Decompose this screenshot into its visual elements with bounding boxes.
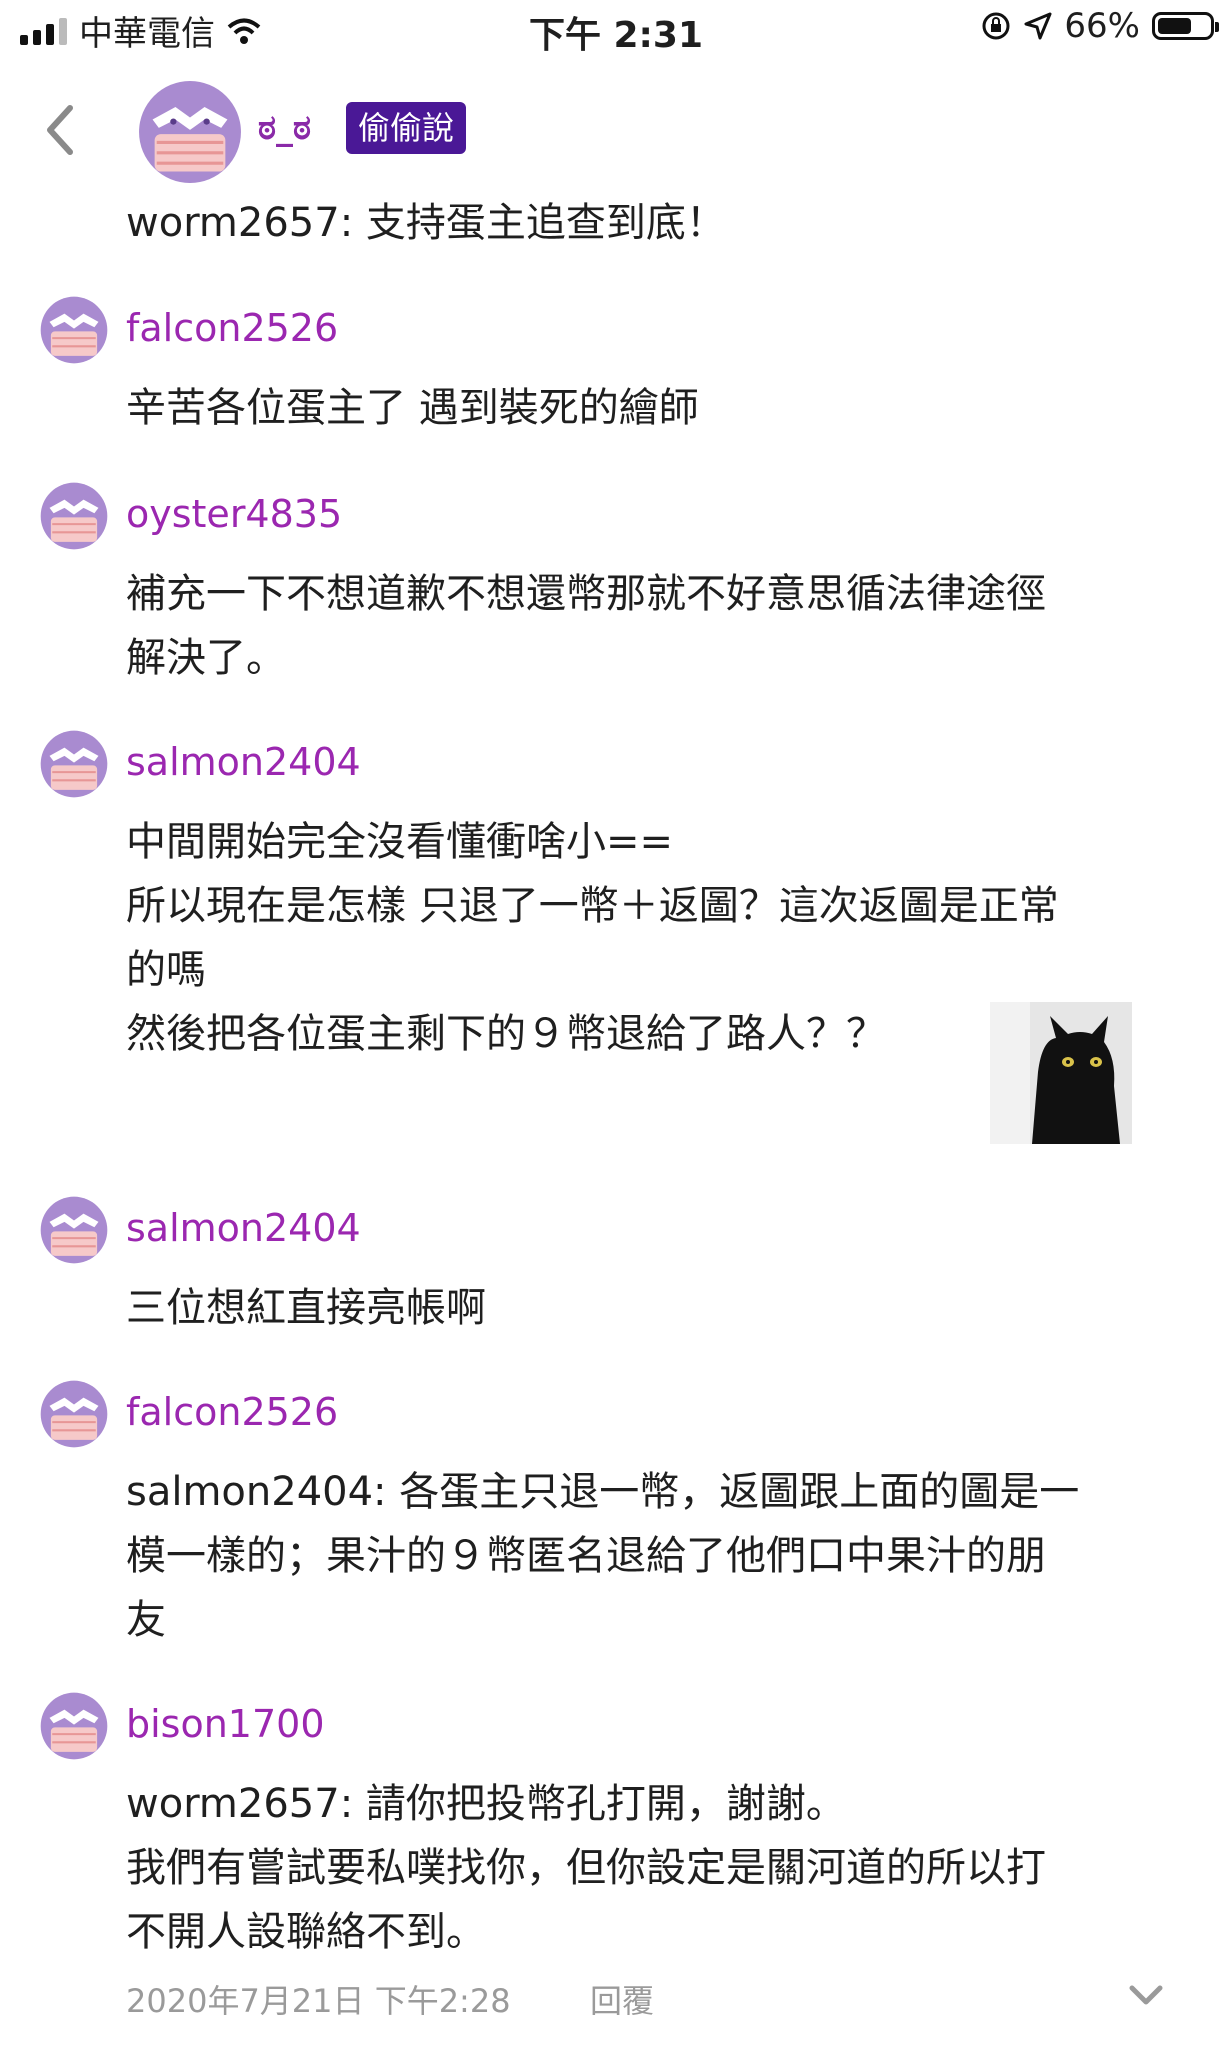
comment-username[interactable]: falcon2526 (126, 1390, 338, 1434)
comment-username[interactable]: oyster4835 (126, 492, 342, 536)
comment-username[interactable]: salmon2404 (126, 1206, 361, 1250)
comment-line: 中間開始完全沒看懂衝啥小== (126, 819, 674, 865)
comment-line: 友 (126, 1597, 166, 1643)
comment-line: 我們有嘗試要私噗找你，但你設定是關河道的所以打 (126, 1845, 1046, 1891)
comment-line: 補充一下不想道歉不想還幣那就不好意思循法律途徑 (126, 571, 1046, 617)
comment-line: 辛苦各位蛋主了 遇到裝死的繪師 (126, 385, 699, 431)
comment-username[interactable]: bison1700 (126, 1702, 325, 1746)
avatar[interactable] (40, 1380, 108, 1448)
comment-timestamp: 2020年7月21日 下午2:28 (126, 1982, 511, 2020)
back-chevron-icon[interactable] (36, 100, 86, 160)
avatar[interactable] (40, 730, 108, 798)
comment-username[interactable]: falcon2526 (126, 306, 338, 350)
comment-line: worm2657: 請你把投幣孔打開，謝謝。 (126, 1781, 846, 1827)
avatar[interactable] (40, 482, 108, 550)
comment-body: 補充一下不想道歉不想還幣那就不好意思循法律途徑 解決了。 (126, 562, 1186, 690)
avatar[interactable] (40, 1196, 108, 1264)
comment-line: salmon2404: 各蛋主只退一幣，返圖跟上面的圖是一 (126, 1469, 1080, 1515)
comment-body: 辛苦各位蛋主了 遇到裝死的繪師 (126, 376, 1186, 440)
reply-button[interactable]: 回覆 (590, 1976, 654, 2022)
comment-line: 三位想紅直接亮帳啊 (126, 1285, 486, 1331)
chevron-down-icon[interactable] (1126, 1980, 1166, 2010)
cat-sticker-image[interactable] (990, 1002, 1132, 1144)
comment-line: 不開人設聯絡不到。 (126, 1909, 486, 1955)
battery-icon (1152, 12, 1219, 40)
privacy-badge: 偷偷說 (346, 102, 467, 154)
status-bar: 中華電信 下午 2:31 66% (0, 0, 1232, 64)
avatar[interactable] (40, 1692, 108, 1760)
first-comment-text: worm2657: 支持蛋主追查到底！ (126, 200, 726, 246)
comment-line: 解決了。 (126, 635, 286, 681)
location-arrow-icon (1024, 12, 1052, 40)
battery-fill (1158, 18, 1191, 34)
battery-percent: 66% (1064, 6, 1140, 46)
lock-rotation-icon (982, 12, 1010, 40)
comment-line: 模一樣的；果汁的９幣匿名退給了他們口中果汁的朋 (126, 1533, 1046, 1579)
header-username[interactable]: ಠ_ಠ (258, 108, 311, 148)
comment-body: worm2657: 請你把投幣孔打開，謝謝。 我們有嘗試要私噗找你，但你設定是關… (126, 1772, 1186, 1964)
avatar[interactable] (138, 80, 242, 184)
comment-body: salmon2404: 各蛋主只退一幣，返圖跟上面的圖是一 模一樣的；果汁的９幣… (126, 1460, 1186, 1652)
comment-username[interactable]: salmon2404 (126, 740, 361, 784)
avatar[interactable] (40, 296, 108, 364)
comment-line: 的嗎 (126, 947, 206, 993)
comment-line: 所以現在是怎樣 只退了一幣＋返圖？這次返圖是正常 (126, 883, 1059, 929)
comment-body: 三位想紅直接亮帳啊 (126, 1276, 1186, 1340)
